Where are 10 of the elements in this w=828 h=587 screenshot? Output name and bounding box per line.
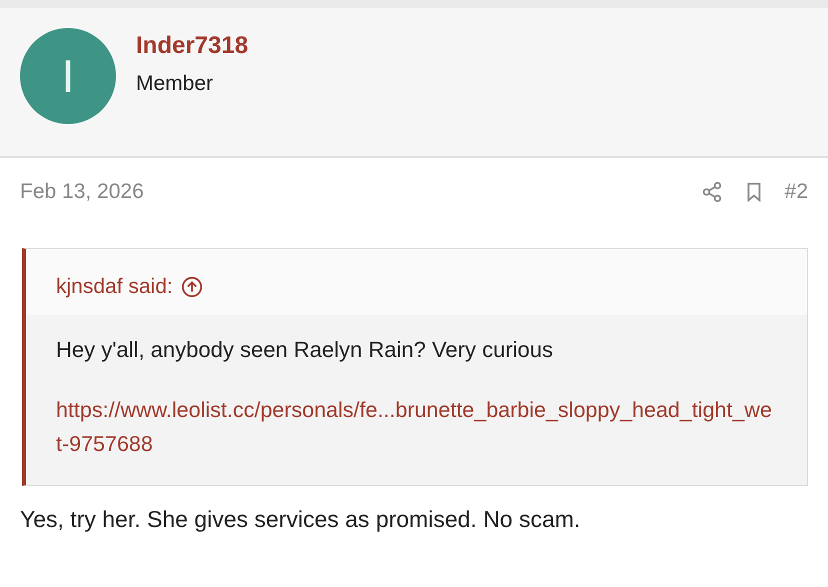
post-number[interactable]: #2 <box>784 180 808 204</box>
quote-text: Hey y'all, anybody seen Raelyn Rain? Very curious <box>56 337 554 363</box>
post-date[interactable]: Feb 13, 2026 <box>20 180 144 204</box>
quote-link[interactable]: https://www.leolist.cc/personals/fe...brunette_barbie_sloppy_head_tight_wet-9757688 <box>56 393 777 461</box>
post-body: Yes, try her. She gives services as promised. No scam. <box>20 506 582 533</box>
quote-attribution[interactable]: kjnsdaf said: <box>56 275 173 299</box>
share-icon[interactable] <box>700 181 723 203</box>
avatar[interactable]: I <box>20 28 116 124</box>
user-role: Member <box>136 72 214 96</box>
username[interactable]: Inder7318 <box>136 32 248 60</box>
